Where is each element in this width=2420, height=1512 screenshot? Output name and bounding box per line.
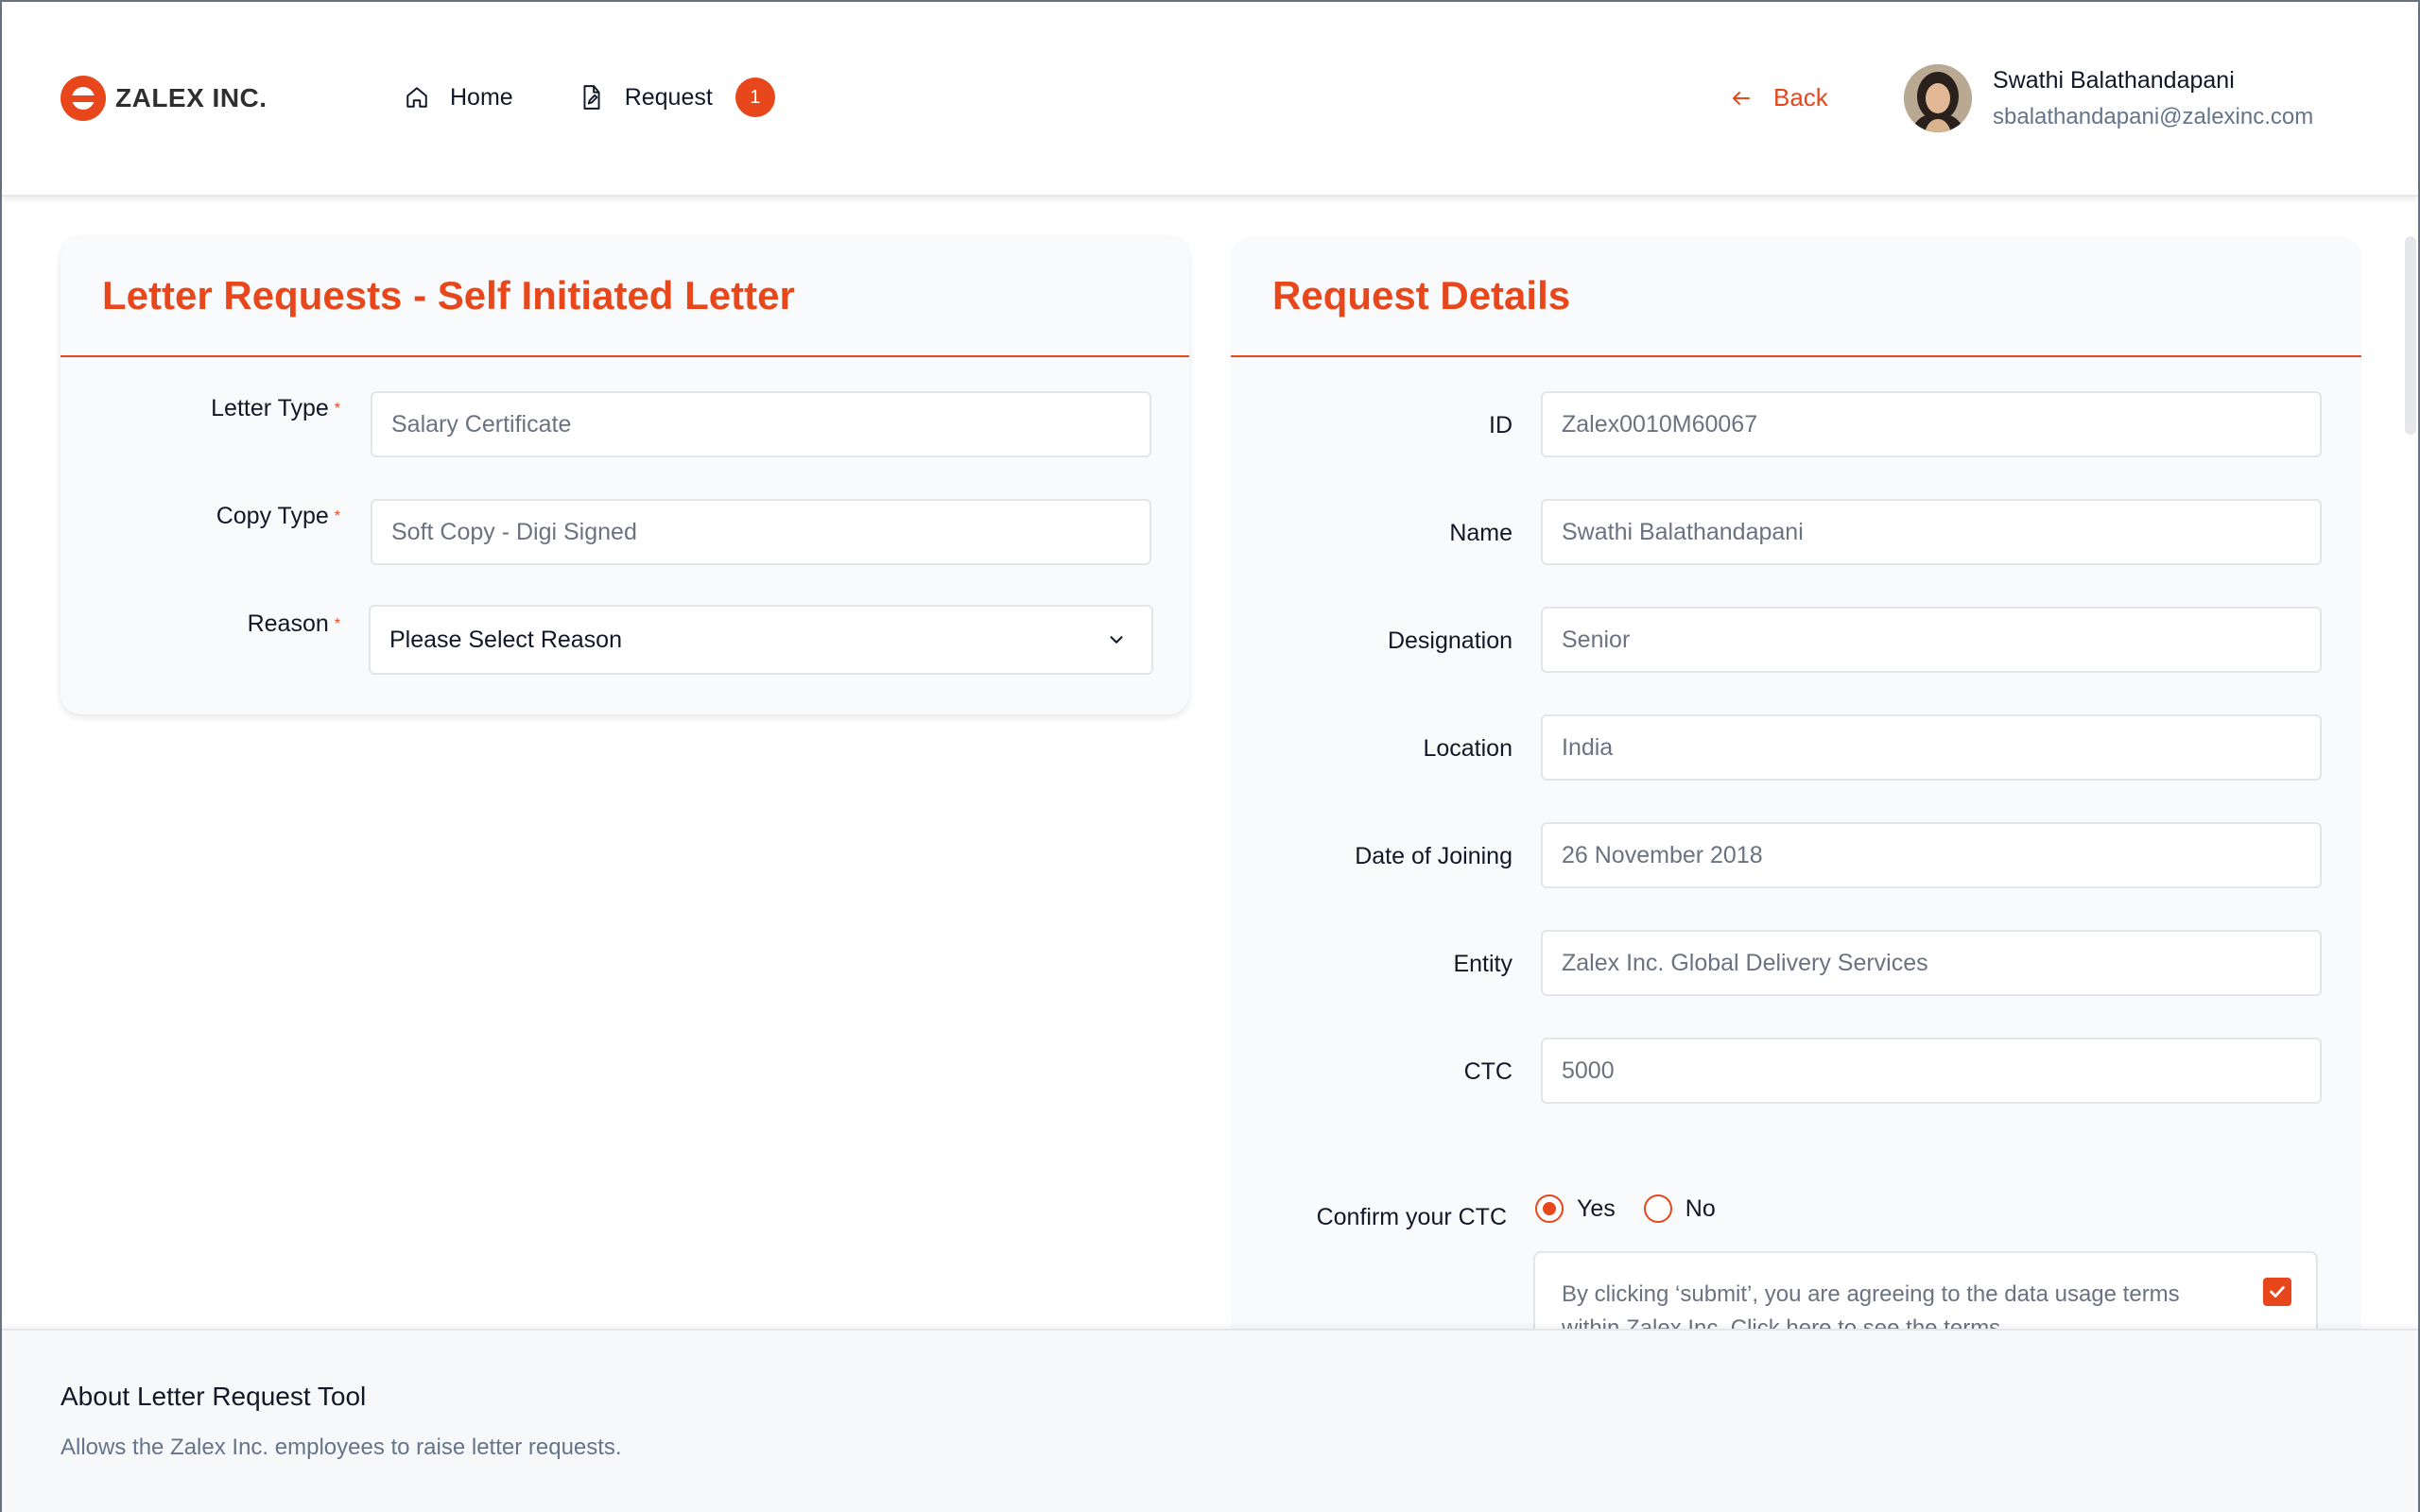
letter-request-card: Letter Requests - Self Initiated Letter …	[60, 236, 1189, 714]
id-label-text: ID	[1489, 412, 1512, 438]
terms-checkbox[interactable]	[2263, 1278, 2291, 1306]
required-asterisk: *	[334, 507, 340, 524]
letter-request-title: Letter Requests - Self Initiated Letter	[60, 236, 1189, 357]
name-label-text: Name	[1449, 520, 1512, 546]
app-header: ZALEX INC. Home Request 1 Back Swathi Ba…	[2, 2, 2418, 197]
main-nav: Home Request 1	[405, 77, 775, 117]
radio-unselected-icon	[1643, 1194, 1672, 1223]
checkmark-icon	[2270, 1286, 2285, 1297]
entity-label-text: Entity	[1453, 951, 1512, 977]
entity-field[interactable]: Zalex Inc. Global Delivery Services	[1541, 930, 2322, 996]
confirm-ctc-no[interactable]: No	[1643, 1194, 1716, 1223]
reason-selected-value: Please Select Reason	[389, 626, 622, 653]
id-label: ID	[1231, 412, 1512, 439]
confirm-yes-label: Yes	[1577, 1194, 1616, 1222]
ctc-label-text: CTC	[1463, 1058, 1512, 1085]
confirm-ctc-row: Confirm your CTC	[1231, 1204, 1507, 1231]
letter-type-label: Letter Type	[211, 395, 329, 421]
date-of-joining-label-text: Date of Joining	[1355, 843, 1512, 869]
nav-request-label: Request	[624, 83, 713, 111]
app-footer: About Letter Request Tool Allows the Zal…	[2, 1329, 2418, 1512]
page-scrollbar[interactable]	[2403, 236, 2418, 1329]
location-field[interactable]: India	[1541, 714, 2322, 781]
letter-type-field[interactable]: Salary Certificate	[371, 391, 1151, 457]
main-content[interactable]: Letter Requests - Self Initiated Letter …	[2, 198, 2418, 1329]
user-name: Swathi Balathandapani	[1993, 66, 2235, 94]
designation-label-text: Designation	[1387, 627, 1512, 654]
chevron-down-icon	[1110, 636, 1123, 644]
document-edit-icon	[583, 85, 600, 110]
reason-select[interactable]: Please Select Reason	[369, 605, 1153, 675]
nav-request[interactable]: Request 1	[579, 77, 775, 117]
brand-logo[interactable]: ZALEX INC.	[60, 76, 268, 121]
brand-name: ZALEX INC.	[115, 83, 268, 112]
name-field[interactable]: Swathi Balathandapani	[1541, 499, 2322, 565]
confirm-ctc-radio-group: Yes No	[1535, 1194, 1744, 1223]
name-label: Name	[1231, 520, 1512, 547]
required-asterisk: *	[334, 615, 340, 632]
radio-selected-icon	[1535, 1194, 1564, 1223]
request-details-title: Request Details	[1231, 236, 2361, 357]
date-of-joining-label: Date of Joining	[1231, 843, 1512, 870]
entity-label: Entity	[1231, 951, 1512, 978]
footer-description: Allows the Zalex Inc. employees to raise…	[60, 1435, 622, 1460]
back-button[interactable]: Back	[1730, 83, 1828, 112]
user-profile[interactable]: Swathi Balathandapani sbalathandapani@za…	[1904, 64, 2313, 132]
ctc-label: CTC	[1231, 1058, 1512, 1086]
copy-type-row: Copy Type *	[60, 503, 340, 530]
required-asterisk: *	[334, 400, 340, 417]
designation-label: Designation	[1231, 627, 1512, 655]
letter-type-row: Letter Type *	[60, 395, 340, 422]
ctc-field[interactable]: 5000	[1541, 1038, 2322, 1104]
request-count-badge: 1	[735, 77, 775, 117]
scrollbar-thumb[interactable]	[2405, 236, 2416, 435]
zalex-logo-icon	[60, 76, 106, 121]
footer-title: About Letter Request Tool	[60, 1382, 367, 1411]
back-label: Back	[1773, 83, 1828, 112]
user-email: sbalathandapani@zalexinc.com	[1993, 103, 2314, 129]
date-of-joining-field[interactable]: 26 November 2018	[1541, 822, 2322, 888]
confirm-no-label: No	[1685, 1194, 1716, 1222]
copy-type-field[interactable]: Soft Copy - Digi Signed	[371, 499, 1151, 565]
arrow-left-icon	[1733, 91, 1750, 105]
confirm-ctc-yes[interactable]: Yes	[1535, 1194, 1616, 1223]
reason-row: Reason *	[60, 610, 340, 638]
nav-home[interactable]: Home	[405, 84, 513, 112]
location-label: Location	[1231, 735, 1512, 763]
reason-label: Reason	[247, 610, 329, 637]
designation-field[interactable]: Senior	[1541, 607, 2322, 673]
terms-text[interactable]: By clicking ‘submit’, you are agreeing t…	[1562, 1281, 2180, 1329]
request-details-card: Request Details ID Zalex0010M60067 Name Swa…	[1231, 236, 2361, 1329]
home-icon	[406, 87, 427, 108]
user-avatar	[1904, 64, 1972, 132]
id-field[interactable]: Zalex0010M60067	[1541, 391, 2322, 457]
terms-agreement-box: By clicking ‘submit’, you are agreeing t…	[1533, 1251, 2318, 1329]
confirm-ctc-label: Confirm your CTC	[1316, 1204, 1507, 1230]
copy-type-label: Copy Type	[216, 503, 329, 529]
nav-home-label: Home	[450, 83, 513, 111]
location-label-text: Location	[1423, 735, 1512, 762]
